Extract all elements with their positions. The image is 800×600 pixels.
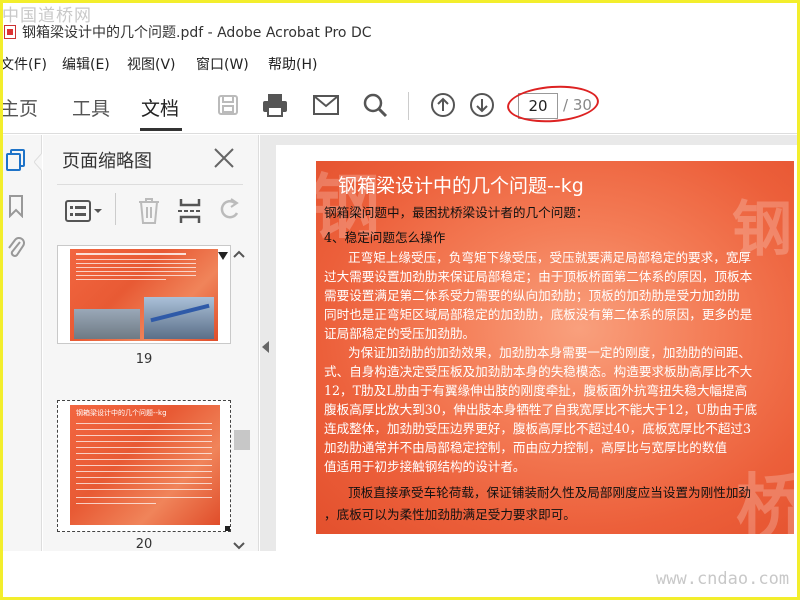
thumbnail-label-20: 20 xyxy=(135,537,153,549)
slide-line: ，底板可以为柔性加劲肋满足受力要求即可。 xyxy=(324,507,576,522)
collapse-panel-icon[interactable] xyxy=(262,341,269,353)
slide-line: 值适用于初步接触钢结构的设计者。 xyxy=(324,459,526,474)
slide-line: 加劲肋通常并不由局部稳定控制，而由应力控制，高厚比与宽厚比的数值 xyxy=(324,440,727,455)
bottom-strip: www.cndao.com xyxy=(0,551,800,600)
bookmark-icon[interactable] xyxy=(4,193,28,219)
attachment-icon[interactable] xyxy=(4,235,28,261)
tab-tools[interactable]: 工具 xyxy=(72,94,110,121)
menu-bar: 文件(F) 编辑(E) 视图(V) 窗口(W) 帮助(H) xyxy=(0,50,800,74)
panel-toolbar-divider xyxy=(115,193,116,225)
thumbnail-image xyxy=(70,249,218,341)
tab-document[interactable]: 文档 xyxy=(141,94,179,121)
menu-edit[interactable]: 编辑(E) xyxy=(62,54,110,74)
slide-line: 正弯矩上缘受压，负弯矩下缘受压，受压就要满足局部稳定的要求，宽厚 xyxy=(348,250,751,265)
thumbnail-panel: 页面缩略图 19 钢箱梁设计中的几个问题--kg 20 xyxy=(43,135,259,551)
close-icon[interactable] xyxy=(211,145,237,171)
acrobat-icon xyxy=(4,25,16,39)
page-thumbnails-icon[interactable] xyxy=(4,147,28,173)
rail-pointer-icon xyxy=(34,153,42,171)
thumbnail-image: 钢箱梁设计中的几个问题--kg xyxy=(70,405,220,525)
toolbar-divider xyxy=(408,92,409,120)
slide-line: 证局部稳定的受压加劲肋。 xyxy=(324,326,476,341)
slide-line: 腹板高厚比放大到30，伸出肢本身牺牲了自我宽厚比不能大于12，U肋由于底 xyxy=(324,402,758,417)
panel-title: 页面缩略图 xyxy=(62,151,152,172)
watermark-bottom: www.cndao.com xyxy=(656,569,790,589)
save-icon[interactable] xyxy=(213,90,243,120)
thumbnail-page-19[interactable] xyxy=(57,245,231,344)
extract-pages-icon[interactable] xyxy=(177,197,203,229)
slide-line: 连成整体，加劲肋受压边界更好，腹板高厚比不超过40，底板宽厚比不超过3 xyxy=(324,421,752,436)
slide-line: 4、稳定问题怎么操作 xyxy=(324,230,446,245)
thumbnail-list: 19 钢箱梁设计中的几个问题--kg 20 xyxy=(43,239,243,549)
slide-line: 12，T肋及L肋由于有翼缘伸出肢的刚度牵扯，腹板面外抗弯扭失稳大幅提高 xyxy=(324,383,748,398)
slide-line: 过大需要设置加劲肋来保证局部稳定；由于顶板桥面第二体系的原因，顶板本 xyxy=(324,269,753,284)
print-icon[interactable] xyxy=(260,90,290,120)
toolbar: 主页 工具 文档 20 / 30 xyxy=(0,78,800,134)
scroll-up-icon[interactable] xyxy=(233,250,245,258)
next-page-icon[interactable] xyxy=(467,90,497,120)
slide-line: 为保证加劲肋的加劲效果，加劲肋本身需要一定的刚度，加劲肋的间距、 xyxy=(348,345,751,360)
thumbnail-options-icon[interactable] xyxy=(65,199,103,227)
panel-toolbar xyxy=(57,184,243,236)
search-icon[interactable] xyxy=(360,90,390,120)
thumb-resize-handle[interactable] xyxy=(225,526,230,531)
left-rail xyxy=(0,135,42,551)
delete-icon[interactable] xyxy=(137,197,161,229)
thumb-corner-icon xyxy=(218,252,228,260)
highlight-ring xyxy=(505,82,601,126)
active-tab-indicator xyxy=(140,128,182,131)
rotate-icon[interactable] xyxy=(217,197,241,227)
previous-page-icon[interactable] xyxy=(428,90,458,120)
slide-line: 式、自身构造决定受压板及加劲肋本身的失稳模态。构造要求板肋高厚比不大 xyxy=(324,364,753,379)
menu-view[interactable]: 视图(V) xyxy=(127,54,176,74)
slide-content: 钢 钢 桥 钢箱梁设计中的几个问题--kg 钢箱梁问题中，最困扰桥梁设计者的几个… xyxy=(316,161,794,534)
scroll-thumb[interactable] xyxy=(234,430,250,450)
thumbnail-label-19: 19 xyxy=(135,352,153,367)
window-title: 钢箱梁设计中的几个问题.pdf - Adobe Acrobat Pro DC xyxy=(22,25,372,41)
thumbnail-page-20[interactable]: 钢箱梁设计中的几个问题--kg xyxy=(57,400,231,532)
email-icon[interactable] xyxy=(311,90,341,120)
slide-title: 钢箱梁设计中的几个问题--kg xyxy=(338,175,584,197)
title-bar: 中国道桥网 钢箱梁设计中的几个问题.pdf - Adobe Acrobat Pr… xyxy=(0,0,800,48)
scroll-down-icon[interactable] xyxy=(233,542,245,550)
slide-line: 顶板直接承受车轮荷载，保证铺装耐久性及局部刚度应当设置为刚性加劲 xyxy=(348,485,751,500)
slide-line: 钢箱梁问题中，最困扰桥梁设计者的几个问题： xyxy=(324,205,589,220)
menu-file[interactable]: 文件(F) xyxy=(0,54,47,74)
slide-line: 需要设置满足第二体系受力需要的纵向加劲肋；顶板的加劲肋是受力加劲肋 xyxy=(324,288,740,303)
slide-line: 同时也是正弯矩区域局部稳定的加劲肋，底板没有第二体系的原因，更多的是 xyxy=(324,307,753,322)
thumbnail-scrollbar[interactable] xyxy=(231,238,250,550)
tab-home[interactable]: 主页 xyxy=(0,94,38,121)
thumbnail-title: 钢箱梁设计中的几个问题--kg xyxy=(76,409,167,417)
menu-help[interactable]: 帮助(H) xyxy=(268,54,317,74)
menu-window[interactable]: 窗口(W) xyxy=(196,54,249,74)
